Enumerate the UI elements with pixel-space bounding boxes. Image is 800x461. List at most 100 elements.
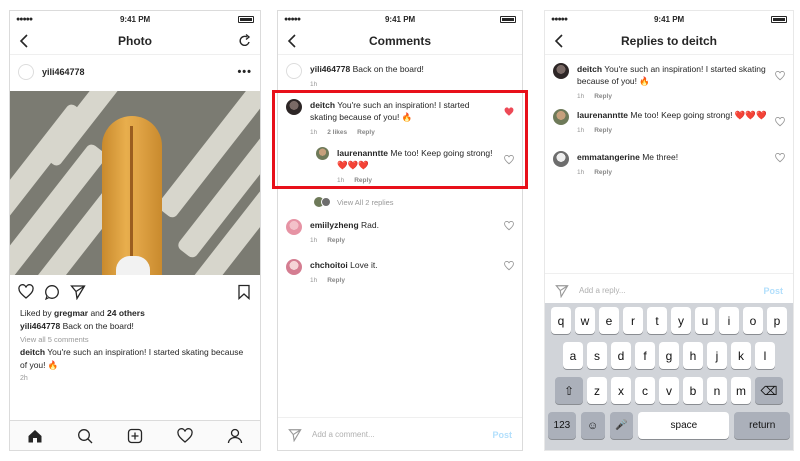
profile-icon[interactable]: [227, 428, 243, 444]
view-all-comments-link[interactable]: View all 5 comments: [20, 333, 252, 346]
key-v[interactable]: v: [659, 377, 679, 404]
send-icon[interactable]: [288, 428, 302, 442]
reply-button[interactable]: Reply: [327, 275, 345, 287]
comment-username[interactable]: yili464778: [310, 64, 350, 74]
like-heart-icon[interactable]: [504, 221, 514, 231]
key-f[interactable]: f: [635, 342, 655, 369]
like-heart-icon[interactable]: [18, 284, 34, 300]
backspace-key[interactable]: ⌫: [755, 377, 783, 404]
key-j[interactable]: j: [707, 342, 727, 369]
key-o[interactable]: o: [743, 307, 763, 334]
comment-text: Me three!: [642, 152, 679, 162]
key-e[interactable]: e: [599, 307, 619, 334]
comment-composer: Add a comment... Post: [278, 417, 522, 450]
comment-username[interactable]: emiilyzheng: [310, 220, 359, 230]
liked-others[interactable]: 24 others: [107, 308, 145, 318]
reply-button[interactable]: Reply: [594, 91, 612, 103]
comment-username[interactable]: deitch: [20, 347, 45, 357]
comment-bubble-icon[interactable]: [44, 284, 60, 300]
key-d[interactable]: d: [611, 342, 631, 369]
avatar[interactable]: [286, 63, 302, 79]
key-l[interactable]: l: [755, 342, 775, 369]
key-a[interactable]: a: [563, 342, 583, 369]
comment-row-chchoitoi: chchoitoi Love it. 1h Reply: [278, 259, 522, 287]
key-b[interactable]: b: [683, 377, 703, 404]
shift-key[interactable]: ⇧: [555, 377, 583, 404]
like-heart-icon[interactable]: [504, 261, 514, 271]
status-time: 9:41 PM: [119, 14, 151, 24]
key-q[interactable]: q: [551, 307, 571, 334]
search-icon[interactable]: [77, 428, 93, 444]
key-u[interactable]: u: [695, 307, 715, 334]
reply-button[interactable]: Reply: [594, 125, 612, 137]
post-username[interactable]: yili464778: [42, 67, 85, 77]
numbers-key[interactable]: 123: [548, 412, 576, 439]
key-s[interactable]: s: [587, 342, 607, 369]
home-icon[interactable]: [27, 428, 43, 444]
comment-username[interactable]: chchoitoi: [310, 260, 348, 270]
comment-text: You're such an inspiration! I started sk…: [20, 347, 244, 370]
back-arrow-icon[interactable]: [286, 33, 300, 49]
view-all-replies-label: View All 2 replies: [337, 197, 394, 207]
reply-composer: Add a reply... Post: [545, 273, 793, 307]
key-r[interactable]: r: [623, 307, 643, 334]
post-button[interactable]: Post: [492, 430, 512, 440]
reply-input[interactable]: Add a reply...: [579, 286, 626, 295]
space-key[interactable]: space: [638, 412, 730, 439]
avatar[interactable]: [286, 219, 302, 235]
liked-by-user[interactable]: gregmar: [54, 308, 88, 318]
avatar[interactable]: [18, 64, 34, 80]
keyboard: qwertyuiop asdfghjkl ⇧ zxcvbnm ⌫ 123 ☺ 🎤…: [545, 303, 793, 450]
key-y[interactable]: y: [671, 307, 691, 334]
send-icon[interactable]: [555, 284, 569, 298]
replies-screen: ●●●●● 9:41 PM Replies to deitch deitch Y…: [544, 10, 794, 451]
key-x[interactable]: x: [611, 377, 631, 404]
back-arrow-icon[interactable]: [18, 33, 32, 49]
like-heart-icon[interactable]: [775, 117, 785, 127]
reply-row-emmatangerine: emmatangerine Me three! 1h Reply: [545, 151, 793, 179]
avatar[interactable]: [286, 259, 302, 275]
back-arrow-icon[interactable]: [553, 33, 567, 49]
comment-username[interactable]: deitch: [577, 64, 602, 74]
status-bar: ●●●●● 9:41 PM: [545, 11, 793, 27]
key-p[interactable]: p: [767, 307, 787, 334]
emoji-key[interactable]: ☺: [580, 412, 605, 439]
key-k[interactable]: k: [731, 342, 751, 369]
reply-button[interactable]: Reply: [327, 235, 345, 247]
new-post-icon[interactable]: [127, 428, 143, 444]
and-label: and: [90, 308, 105, 318]
avatar[interactable]: [553, 151, 569, 167]
return-key[interactable]: return: [734, 412, 790, 439]
battery-icon: [500, 15, 516, 23]
activity-heart-icon[interactable]: [177, 427, 193, 444]
reply-button[interactable]: Reply: [594, 167, 612, 179]
key-n[interactable]: n: [707, 377, 727, 404]
key-i[interactable]: i: [719, 307, 739, 334]
like-heart-icon[interactable]: [775, 71, 785, 81]
comment-input[interactable]: Add a comment...: [312, 430, 375, 439]
post-button[interactable]: Post: [763, 286, 783, 296]
comment-username[interactable]: laurenanntte: [577, 110, 628, 120]
comment-time: 1h: [310, 237, 318, 244]
like-heart-icon[interactable]: [775, 153, 785, 163]
key-t[interactable]: t: [647, 307, 667, 334]
avatar[interactable]: [553, 63, 569, 79]
key-z[interactable]: z: [587, 377, 607, 404]
view-all-replies-link[interactable]: View All 2 replies: [314, 197, 394, 207]
key-m[interactable]: m: [731, 377, 751, 404]
bookmark-icon[interactable]: [236, 284, 252, 300]
key-c[interactable]: c: [635, 377, 655, 404]
more-options-icon[interactable]: •••: [237, 66, 252, 78]
key-w[interactable]: w: [575, 307, 595, 334]
caption-username[interactable]: yili464778: [20, 321, 60, 331]
key-g[interactable]: g: [659, 342, 679, 369]
nav-bar: Replies to deitch: [545, 27, 793, 55]
avatar[interactable]: [553, 109, 569, 125]
microphone-key[interactable]: 🎤: [609, 412, 634, 439]
post-photo[interactable]: [10, 91, 260, 275]
comment-username[interactable]: emmatangerine: [577, 152, 640, 162]
comment-time: 1h: [577, 93, 585, 100]
refresh-icon[interactable]: [238, 33, 252, 49]
key-h[interactable]: h: [683, 342, 703, 369]
share-direct-icon[interactable]: [70, 284, 86, 300]
